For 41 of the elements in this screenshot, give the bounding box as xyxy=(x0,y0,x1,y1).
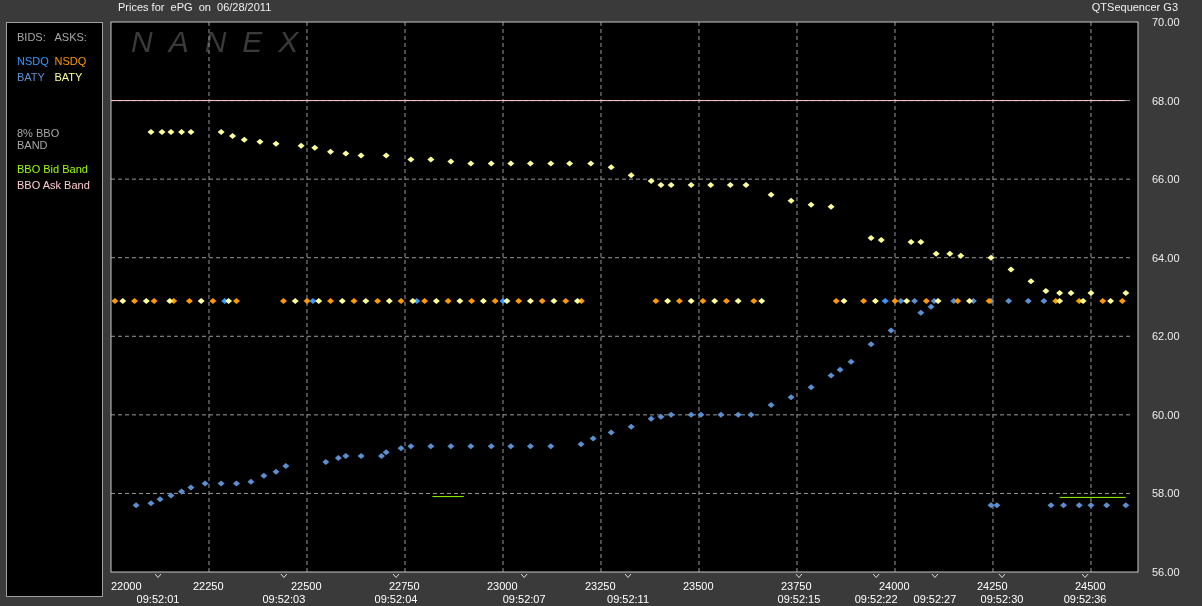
y-axis-label: 60.00 xyxy=(1152,408,1180,421)
y-axis-label: 58.00 xyxy=(1152,487,1180,500)
x-axis-label: 24500 xyxy=(1074,580,1106,592)
asks-header: ASKS: xyxy=(54,31,88,43)
x-axis-label: 24000 xyxy=(878,580,910,592)
x-axis-label: 24250 xyxy=(976,580,1008,592)
x-axis-label: 23000 xyxy=(487,580,518,592)
time-label: 09:52:07 xyxy=(502,593,546,605)
time-label: 09:52:15 xyxy=(777,593,821,605)
time-label: 09:52:04 xyxy=(374,593,418,605)
y-axis-label: 64.00 xyxy=(1152,251,1180,264)
legend-entry: BATY xyxy=(54,71,84,83)
legend-entry: BBO Bid Band xyxy=(17,163,89,175)
time-label: 09:52:27 xyxy=(913,593,957,605)
y-axis-label: 70.00 xyxy=(1152,16,1180,28)
y-axis-label: 66.00 xyxy=(1152,173,1180,186)
x-axis-label: 22000 xyxy=(111,580,142,592)
x-axis-label: 23500 xyxy=(683,580,714,592)
watermark-logo: NANEX xyxy=(131,25,315,58)
time-label: 09:52:22 xyxy=(854,593,898,605)
y-axis-label: 56.00 xyxy=(1152,566,1180,578)
legend-entry: BATY xyxy=(17,71,46,83)
bids-header: BIDS: xyxy=(17,31,47,43)
x-axis-label: 23750 xyxy=(780,580,812,592)
app-name: QTSequencer G3 xyxy=(1091,1,1178,13)
x-axis-label: 22250 xyxy=(193,580,224,592)
x-axis-label: 23250 xyxy=(585,580,616,592)
legend-entry: BBO Ask Band xyxy=(17,179,91,191)
y-axis-label: 62.00 xyxy=(1152,330,1180,343)
x-axis-label: 22750 xyxy=(389,580,420,592)
legend-entry: NSDQ xyxy=(17,55,50,67)
time-label: 09:52:36 xyxy=(1063,593,1107,605)
time-label: 09:52:30 xyxy=(980,593,1024,605)
time-label: 09:52:11 xyxy=(607,593,650,605)
x-axis-label: 22500 xyxy=(291,580,322,592)
time-label: 09:52:01 xyxy=(136,593,180,605)
legend-entry: NSDQ xyxy=(54,55,88,67)
y-axis-label: 68.00 xyxy=(1152,94,1180,107)
band-title: 8% BBO BAND xyxy=(17,127,61,151)
time-label: 09:52:03 xyxy=(262,593,306,605)
chart-title: Prices for ePG on 06/28/2011 xyxy=(118,1,272,13)
